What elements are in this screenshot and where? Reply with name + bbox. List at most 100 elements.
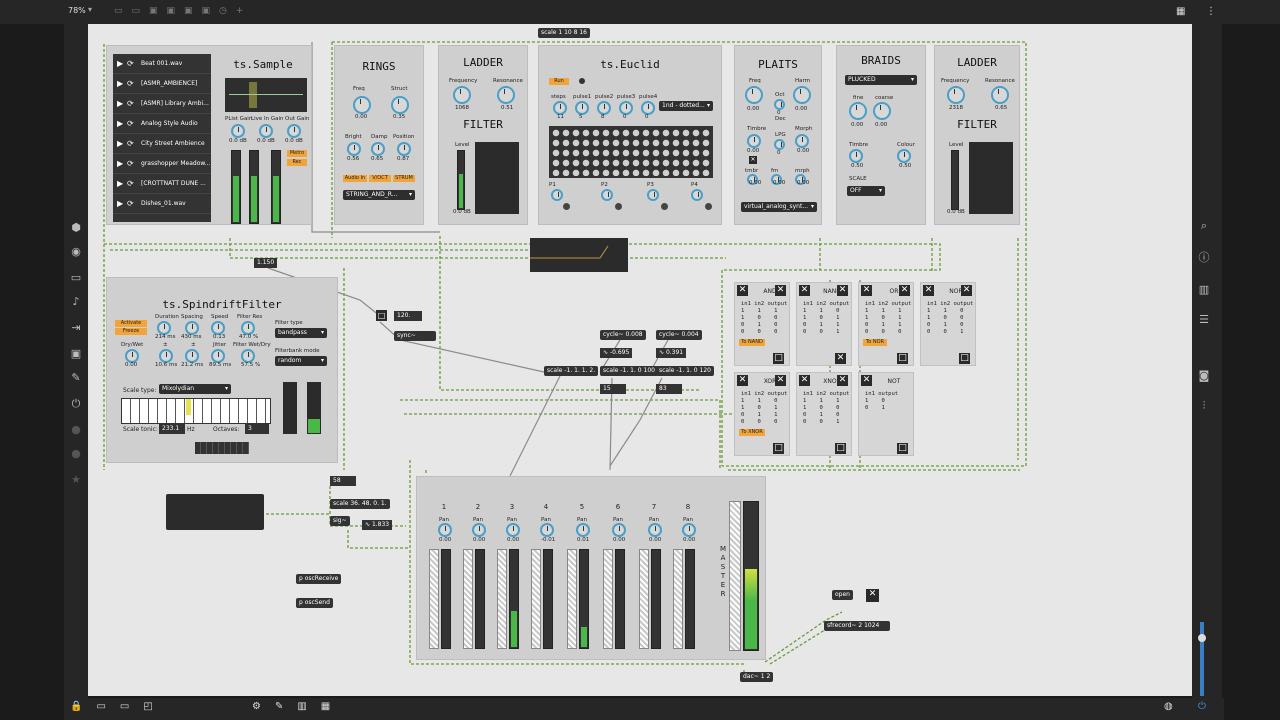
- rings-bright-knob[interactable]: [347, 142, 361, 156]
- plaits-morph-knob[interactable]: [795, 134, 809, 148]
- waveform-display[interactable]: [225, 78, 307, 112]
- gate-output[interactable]: □: [959, 353, 970, 364]
- rings-position-knob[interactable]: [397, 142, 411, 156]
- pan-knob[interactable]: [472, 523, 486, 537]
- master-fader[interactable]: [729, 501, 741, 651]
- gate-input-toggle[interactable]: ✕: [899, 285, 910, 296]
- scale-object-top[interactable]: scale 1 10 8 16: [538, 28, 590, 38]
- spindrift-spacing-knob[interactable]: [185, 321, 199, 335]
- braids-scale-menu[interactable]: OFF: [847, 186, 885, 196]
- gate-output[interactable]: □: [835, 443, 846, 454]
- gate-output[interactable]: □: [773, 353, 784, 364]
- to-xnor-button[interactable]: To XNOR: [739, 429, 765, 436]
- sample-list[interactable]: ▶ ⟳ Beat 001.wav ▶ ⟳ [ASMR_AMBIENCE] ▶ ⟳ [ASMR…: [113, 54, 211, 222]
- num-58[interactable]: 58: [330, 476, 356, 486]
- euclid-pulse4-knob[interactable]: [641, 101, 655, 115]
- braids-fine-knob[interactable]: [849, 102, 867, 120]
- ladder2-res-knob[interactable]: [991, 86, 1009, 104]
- pan-knob[interactable]: [506, 523, 520, 537]
- spindrift-filterwet-knob[interactable]: [241, 349, 255, 363]
- gate-input-toggle[interactable]: ✕: [737, 375, 748, 386]
- sample-row[interactable]: ▶ ⟳ Beat 001.wav: [113, 54, 211, 74]
- gate-output[interactable]: □: [897, 443, 908, 454]
- spindrift-dur-jitter-knob[interactable]: [159, 349, 173, 363]
- plaits-freq-knob[interactable]: [745, 86, 763, 104]
- spindrift-activate-button[interactable]: Activate: [115, 320, 147, 327]
- rings-model-menu[interactable]: STRING_AND_R...: [343, 190, 415, 200]
- euclid-step-grid[interactable]: [549, 126, 713, 178]
- pan-knob[interactable]: [682, 523, 696, 537]
- gate-input-toggle[interactable]: ✕: [775, 375, 786, 386]
- sample-row[interactable]: ▶ ⟳ grasshopper Meadow...: [113, 154, 211, 174]
- scale-type-menu[interactable]: Mixolydian: [159, 384, 231, 394]
- cycle-object-2[interactable]: cycle~ 0.004: [656, 330, 702, 340]
- pan-knob[interactable]: [540, 523, 554, 537]
- num-n1[interactable]: ∿ -0.695: [600, 348, 633, 358]
- spindrift-duration-knob[interactable]: [157, 321, 171, 335]
- sample-row[interactable]: ▶ ⟳ Dishes_01.wav: [113, 194, 211, 214]
- plaits-toggle[interactable]: ✕: [749, 156, 757, 164]
- osc-send-object[interactable]: p oscSend: [296, 598, 333, 608]
- pan-knob[interactable]: [438, 523, 452, 537]
- gate-input-toggle[interactable]: ✕: [775, 285, 786, 296]
- euclid-pulse1-knob[interactable]: [575, 101, 589, 115]
- spindrift-freeze-button[interactable]: Freeze: [115, 328, 147, 335]
- sig-object[interactable]: sig~: [330, 516, 350, 526]
- octaves-value[interactable]: 3: [245, 424, 269, 434]
- spindrift-speed-knob[interactable]: [211, 321, 225, 335]
- plist-meter[interactable]: [231, 150, 241, 224]
- euclid-steps-knob[interactable]: [553, 101, 567, 115]
- out-meter[interactable]: [271, 150, 281, 224]
- metro-button[interactable]: Metro: [287, 150, 307, 157]
- rings-voct-button[interactable]: V/OCT: [369, 175, 391, 182]
- euclid-run-button[interactable]: Run: [549, 78, 569, 85]
- gate-output[interactable]: □: [897, 353, 908, 364]
- sample-row[interactable]: ▶⟳Analog Style Audio Cl...: [113, 114, 211, 147]
- num-1833[interactable]: ∿ 1.833: [362, 520, 393, 530]
- spindrift-drywet-knob[interactable]: [125, 349, 139, 363]
- ladder1-level-meter[interactable]: [457, 150, 465, 210]
- num-15[interactable]: 15: [600, 384, 626, 394]
- sample-row[interactable]: ▶ ⟳ [ASMR] Library Ambi...: [113, 94, 211, 114]
- open-message[interactable]: open: [832, 590, 853, 600]
- sync-object[interactable]: sync~: [394, 331, 436, 341]
- euclid-p2-knob[interactable]: [601, 189, 613, 201]
- ladder1-res-knob[interactable]: [497, 86, 515, 104]
- out-gain-knob[interactable]: [287, 124, 301, 138]
- num-1150[interactable]: 1.150: [254, 258, 278, 268]
- ladder1-freq-knob[interactable]: [453, 86, 471, 104]
- spindrift-meter-left[interactable]: [283, 382, 297, 434]
- gate-output[interactable]: □: [773, 443, 784, 454]
- braids-coarse-knob[interactable]: [873, 102, 891, 120]
- plaits-timbre-knob[interactable]: [747, 134, 761, 148]
- euclid-rate-menu[interactable]: 1nd - dotted...: [659, 101, 713, 111]
- channel-fader[interactable]: [567, 549, 577, 649]
- num-120[interactable]: 120.: [394, 311, 422, 321]
- plist-gain-knob[interactable]: [231, 124, 245, 138]
- rings-damp-knob[interactable]: [371, 142, 385, 156]
- gate-input-toggle[interactable]: ✕: [861, 285, 872, 296]
- channel-fader[interactable]: [463, 549, 473, 649]
- braids-timbre-knob[interactable]: [849, 149, 863, 163]
- plaits-lpg-knob[interactable]: [774, 139, 785, 150]
- master-meter[interactable]: [743, 501, 759, 651]
- sfrecord-object[interactable]: sfrecord~ 2 1024: [824, 621, 890, 631]
- gate-input-toggle[interactable]: ✕: [837, 285, 848, 296]
- gate-input-toggle[interactable]: ✕: [799, 375, 810, 386]
- spindrift-space-jitter-knob[interactable]: [185, 349, 199, 363]
- scope-display[interactable]: [530, 238, 628, 272]
- gate-input-toggle[interactable]: ✕: [861, 375, 872, 386]
- to-nand-button[interactable]: To NAND: [739, 339, 765, 346]
- gate-input-toggle[interactable]: ✕: [737, 285, 748, 296]
- rec-button[interactable]: Rec: [287, 159, 307, 166]
- gate-input-toggle[interactable]: ✕: [961, 285, 972, 296]
- channel-fader[interactable]: [497, 549, 507, 649]
- num-83[interactable]: 83: [656, 384, 682, 394]
- live-gain-knob[interactable]: [259, 124, 273, 138]
- braids-model-menu[interactable]: PLUCKED: [845, 75, 917, 85]
- pan-knob[interactable]: [612, 523, 626, 537]
- rings-struct-knob[interactable]: [391, 96, 409, 114]
- euclid-pulse3-knob[interactable]: [619, 101, 633, 115]
- spindrift-filterres-knob[interactable]: [241, 321, 255, 335]
- piano-keyboard[interactable]: [121, 398, 271, 424]
